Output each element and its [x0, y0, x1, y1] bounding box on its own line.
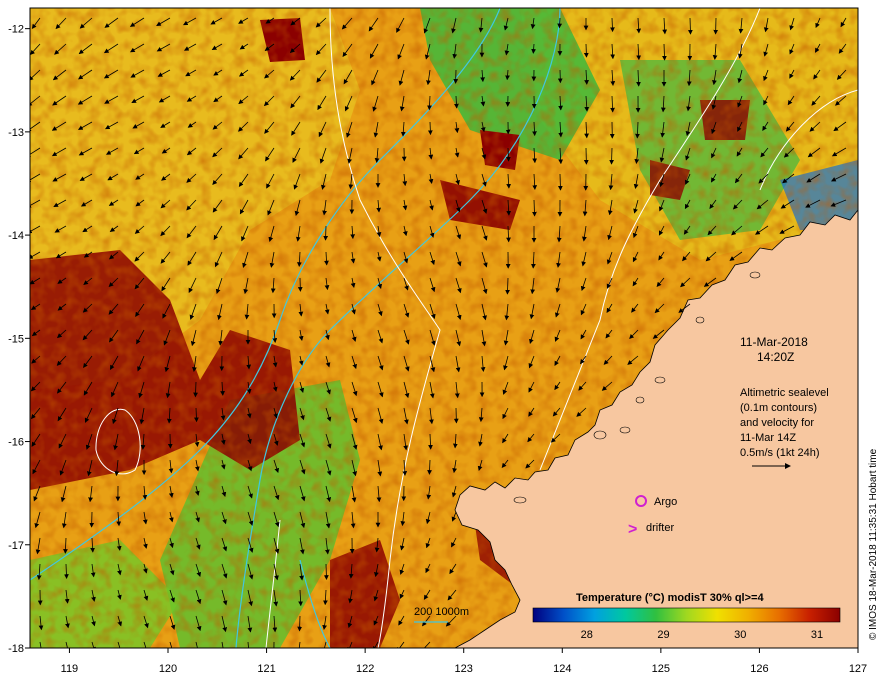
x-tick-label: 121	[257, 663, 275, 675]
velocity-arrow	[557, 173, 563, 191]
alt-line-5: 0.5m/s (1kt 24h)	[740, 447, 819, 459]
x-axis: 119 120 121 122 123 124 125 126 127	[61, 648, 867, 675]
x-tick-label: 123	[455, 663, 473, 675]
y-tick-label: -15	[8, 333, 24, 345]
velocity-arrow	[323, 563, 329, 580]
alt-line-4: 11-Mar 14Z	[740, 432, 796, 444]
drifter-label: drifter	[646, 522, 674, 534]
drifter-marker-icon: >	[628, 521, 637, 538]
y-tick-label: -13	[8, 127, 24, 139]
y-tick-label: -17	[8, 540, 24, 552]
velocity-arrow	[609, 147, 615, 165]
sst-map: 119 120 121 122 123 124 125 126 127 -12 -13 -14 -15…	[8, 7, 879, 675]
colorbar-tick-label: 29	[657, 629, 669, 641]
x-tick-label: 122	[356, 663, 374, 675]
y-tick-label: -16	[8, 437, 24, 449]
y-tick-label: -14	[8, 230, 24, 242]
colorbar-title: Temperature (°C) modisT 30% ql>=4	[576, 592, 764, 604]
colorbar-tick-label: 31	[811, 629, 823, 641]
plot-area	[30, 8, 858, 648]
velocity-arrow	[583, 43, 589, 58]
velocity-arrow	[687, 17, 693, 35]
x-tick-label: 125	[652, 663, 670, 675]
y-axis: -12 -13 -14 -15 -16 -17 -18	[8, 24, 30, 655]
credit-text: © IMOS 18-Mar-2018 11:35:31 Hobart time	[868, 448, 879, 640]
isobath-legend-label: 200 1000m	[414, 606, 469, 618]
y-tick-label: -18	[8, 643, 24, 655]
x-tick-label: 126	[750, 663, 768, 675]
x-tick-label: 120	[159, 663, 177, 675]
velocity-arrow	[323, 225, 329, 241]
velocity-arrow	[297, 615, 303, 632]
colorbar-tick-label: 28	[581, 629, 593, 641]
alt-line-1: Altimetric sealevel	[740, 387, 829, 399]
y-tick-label: -12	[8, 24, 24, 36]
alt-line-3: and velocity for	[740, 417, 814, 429]
colorbar-gradient	[532, 607, 841, 623]
x-tick-label: 127	[849, 663, 867, 675]
colorbar-tick-label: 30	[734, 629, 746, 641]
x-tick-label: 124	[553, 663, 571, 675]
x-tick-label: 119	[61, 663, 79, 675]
argo-label: Argo	[654, 496, 677, 508]
velocity-arrow	[427, 121, 433, 136]
date-label: 11-Mar-2018	[740, 335, 808, 349]
alt-line-2: (0.1m contours)	[740, 402, 817, 414]
time-label: 14:20Z	[757, 350, 794, 364]
